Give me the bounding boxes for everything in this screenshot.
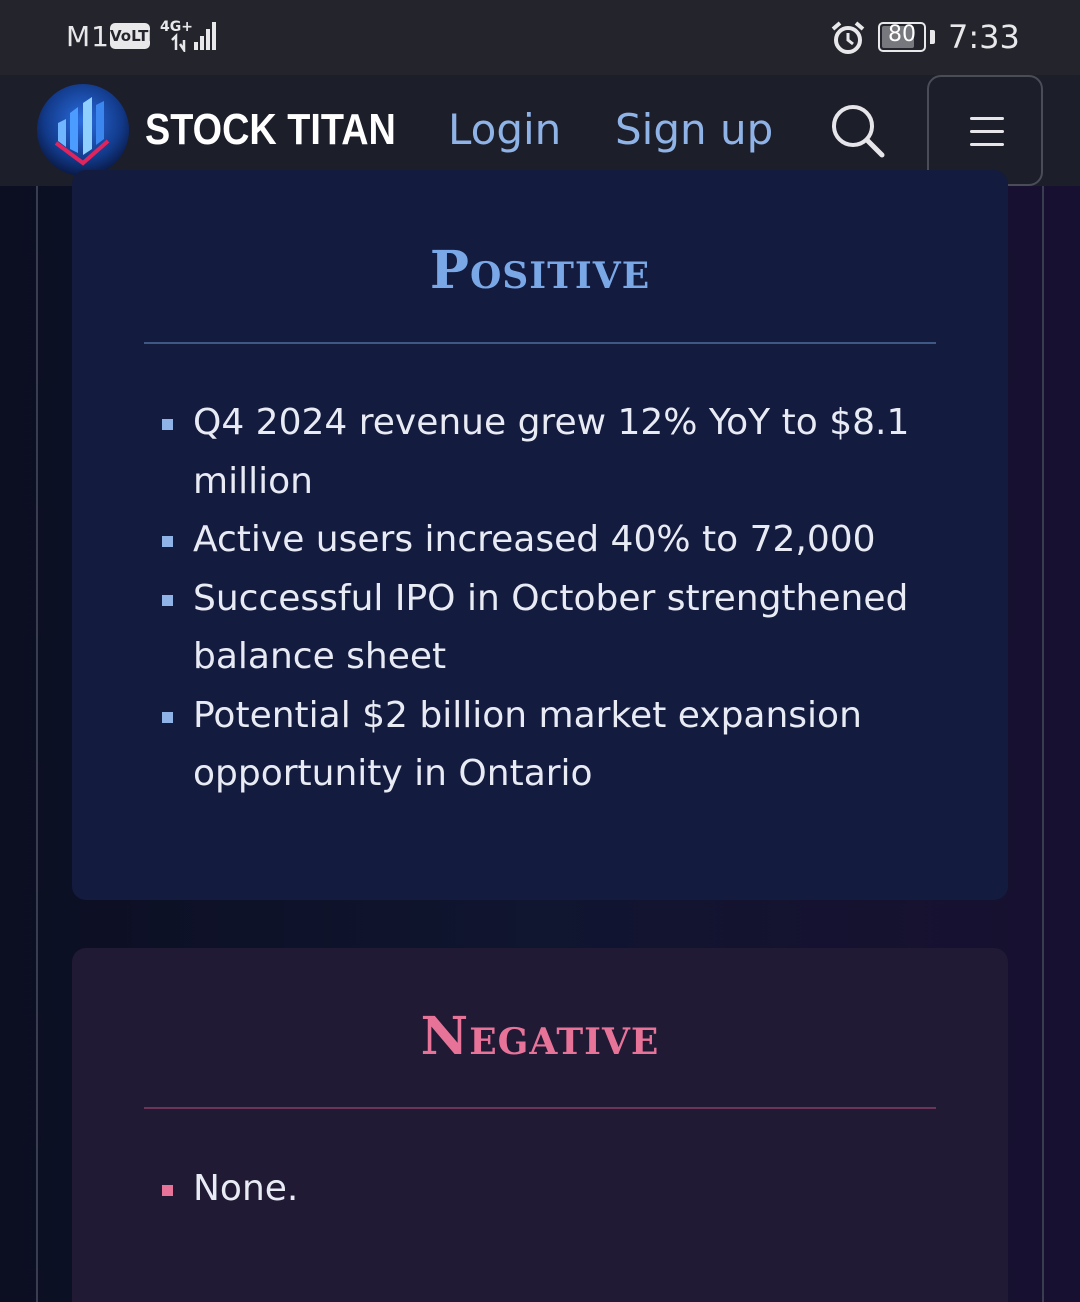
positive-item: Q4 2024 revenue grew 12% YoY to $8.1 mil…: [72, 394, 1008, 511]
login-link[interactable]: Login: [448, 105, 561, 154]
positive-item: Potential $2 billion market expansion op…: [72, 687, 1008, 804]
negative-card: Negative None.: [72, 948, 1008, 1302]
negative-item: None.: [72, 1160, 1008, 1219]
menu-bar-bottom: [970, 143, 1004, 146]
menu-bar-middle: [970, 130, 1004, 133]
positive-title: Positive: [429, 240, 651, 301]
signup-link[interactable]: Sign up: [615, 105, 773, 154]
signal-icon: [171, 22, 216, 52]
status-bar: M1 VoLTE 4G+ 80 7:33: [0, 0, 1080, 75]
negative-list: None.: [72, 1160, 1008, 1219]
menu-bar-top: [970, 117, 1004, 120]
positive-divider: [144, 342, 936, 344]
negative-divider: [144, 1107, 936, 1109]
battery-icon: 80: [878, 22, 926, 52]
stock-titan-logo-icon[interactable]: [36, 83, 130, 177]
volte-badge: VoLTE: [110, 23, 159, 49]
page: M1 VoLTE 4G+ 80 7:33 STOCK TITAN Login S…: [0, 0, 1080, 1302]
positive-item: Active users increased 40% to 72,000: [72, 511, 1008, 570]
alarm-icon: [831, 21, 865, 54]
positive-card: Positive Q4 2024 revenue grew 12% YoY to…: [72, 170, 1008, 900]
negative-title: Negative: [420, 1006, 660, 1067]
content-frame-left: [36, 186, 38, 1302]
battery-percentage: 80: [888, 22, 916, 47]
content-frame-right: [1042, 186, 1044, 1302]
positive-item: Successful IPO in October strengthened b…: [72, 570, 1008, 687]
positive-list: Q4 2024 revenue grew 12% YoY to $8.1 mil…: [72, 394, 1008, 804]
battery-tip: [930, 30, 935, 44]
carrier-name: M1: [66, 20, 110, 53]
clock: 7:33: [948, 18, 1020, 56]
brand-name[interactable]: STOCK TITAN: [145, 105, 396, 155]
search-icon[interactable]: [826, 99, 888, 161]
